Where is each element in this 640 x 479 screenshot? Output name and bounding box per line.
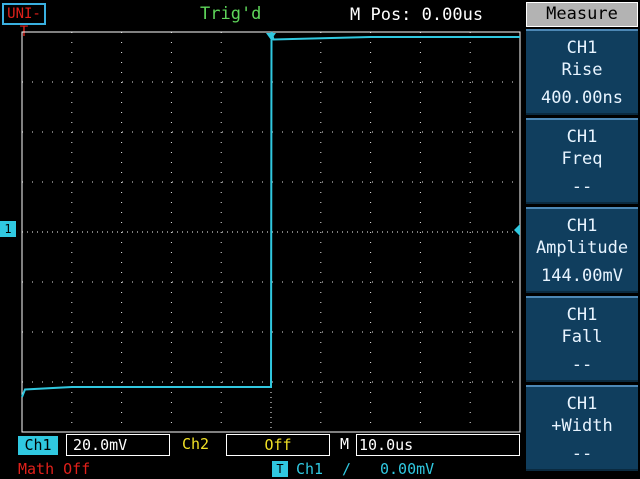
ch1-volts-per-div: 20.0mV bbox=[66, 434, 170, 456]
measure-value: -- bbox=[571, 177, 593, 197]
measure-value: 144.00mV bbox=[541, 266, 623, 286]
trigger-icon: T bbox=[272, 461, 288, 477]
trigger-level-icon bbox=[514, 224, 520, 236]
trigger-source: Ch1 bbox=[296, 460, 324, 478]
measure-value: 400.00ns bbox=[541, 88, 623, 108]
math-status: Math Off bbox=[18, 460, 91, 478]
measure-channel: CH1 bbox=[566, 305, 598, 325]
measure-slot-2[interactable]: CH1 Freq -- bbox=[526, 118, 638, 204]
measure-value: -- bbox=[571, 355, 593, 375]
ch2-status: Off bbox=[226, 434, 330, 456]
measure-channel: CH1 bbox=[566, 216, 598, 236]
measure-value: -- bbox=[571, 444, 593, 464]
measure-type: Rise bbox=[561, 60, 603, 80]
ch1-waveform bbox=[21, 31, 520, 398]
rising-edge-icon: ∕ bbox=[342, 460, 352, 478]
ch1-ground-marker[interactable]: 1 bbox=[0, 221, 16, 237]
ch2-label[interactable]: Ch2 bbox=[182, 435, 209, 453]
measure-channel: CH1 bbox=[566, 394, 598, 414]
measure-menu-title[interactable]: Measure bbox=[526, 2, 638, 27]
measure-channel: CH1 bbox=[566, 38, 598, 58]
ch1-label[interactable]: Ch1 bbox=[18, 436, 58, 455]
measure-type: Fall bbox=[561, 327, 603, 347]
measure-slot-1[interactable]: CH1 Rise 400.00ns bbox=[526, 29, 638, 115]
measure-type: Amplitude bbox=[535, 238, 629, 258]
timebase-value: 10.0us bbox=[356, 434, 520, 456]
measure-channel: CH1 bbox=[566, 127, 598, 147]
measure-type: Freq bbox=[561, 149, 603, 169]
trigger-level: 0.00mV bbox=[380, 460, 435, 478]
measure-slot-3[interactable]: CH1 Amplitude 144.00mV bbox=[526, 207, 638, 293]
measure-type: +Width bbox=[551, 416, 613, 436]
timebase-label: M bbox=[340, 435, 350, 453]
measure-slot-4[interactable]: CH1 Fall -- bbox=[526, 296, 638, 382]
measure-slot-5[interactable]: CH1 +Width -- bbox=[526, 385, 638, 471]
